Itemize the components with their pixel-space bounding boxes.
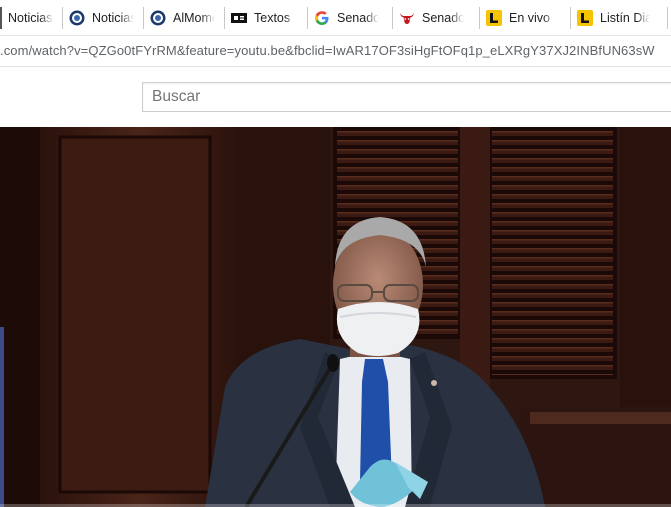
video-player[interactable] — [0, 127, 671, 507]
bookmark-label: Senado — [422, 10, 464, 25]
bookmark-textos[interactable]: Textos — [224, 6, 307, 29]
bookmark-en-vivo[interactable]: En vivo — [479, 6, 570, 29]
bookmark-label: AlMomento — [173, 10, 215, 25]
document-icon — [231, 10, 247, 26]
bookmark-senado-1[interactable]: Senado — [307, 6, 392, 29]
bookmarks-bar: Noticias Noticias AlMomento Textos Senad… — [0, 0, 671, 36]
bookmark-label: Senado — [337, 10, 379, 25]
search-input[interactable] — [142, 82, 671, 112]
bookmark-listin-diario[interactable]: Listín Diario — [570, 6, 667, 29]
bull-icon — [399, 10, 415, 26]
bookmark-noticias-1[interactable]: Noticias — [0, 6, 62, 29]
bookmark-senado-2[interactable]: Senado — [392, 6, 479, 29]
bookmark-label: Textos — [254, 10, 298, 25]
google-icon — [314, 10, 330, 26]
bookmark-label: Listín Diario — [600, 10, 650, 25]
bookmark-noticias-2[interactable]: Noticias — [62, 6, 143, 29]
bookmark-label: En vivo — [509, 10, 557, 25]
globe-badge-icon — [150, 10, 166, 26]
bookmark-go[interactable]: Go — [667, 6, 671, 29]
globe-badge-icon — [69, 10, 85, 26]
listin-icon — [486, 9, 502, 26]
youtube-masthead — [0, 67, 671, 125]
video-frame — [0, 127, 671, 507]
listin-icon — [577, 9, 593, 26]
bookmark-label: Noticias — [8, 10, 54, 25]
bookmark-almomento[interactable]: AlMomento — [143, 6, 224, 29]
address-bar[interactable]: .com/watch?v=QZGo0tFYrRM&feature=youtu.b… — [0, 36, 671, 67]
bookmark-label: Noticias — [92, 10, 134, 25]
url-text[interactable]: .com/watch?v=QZGo0tFYrRM&feature=youtu.b… — [0, 43, 655, 58]
